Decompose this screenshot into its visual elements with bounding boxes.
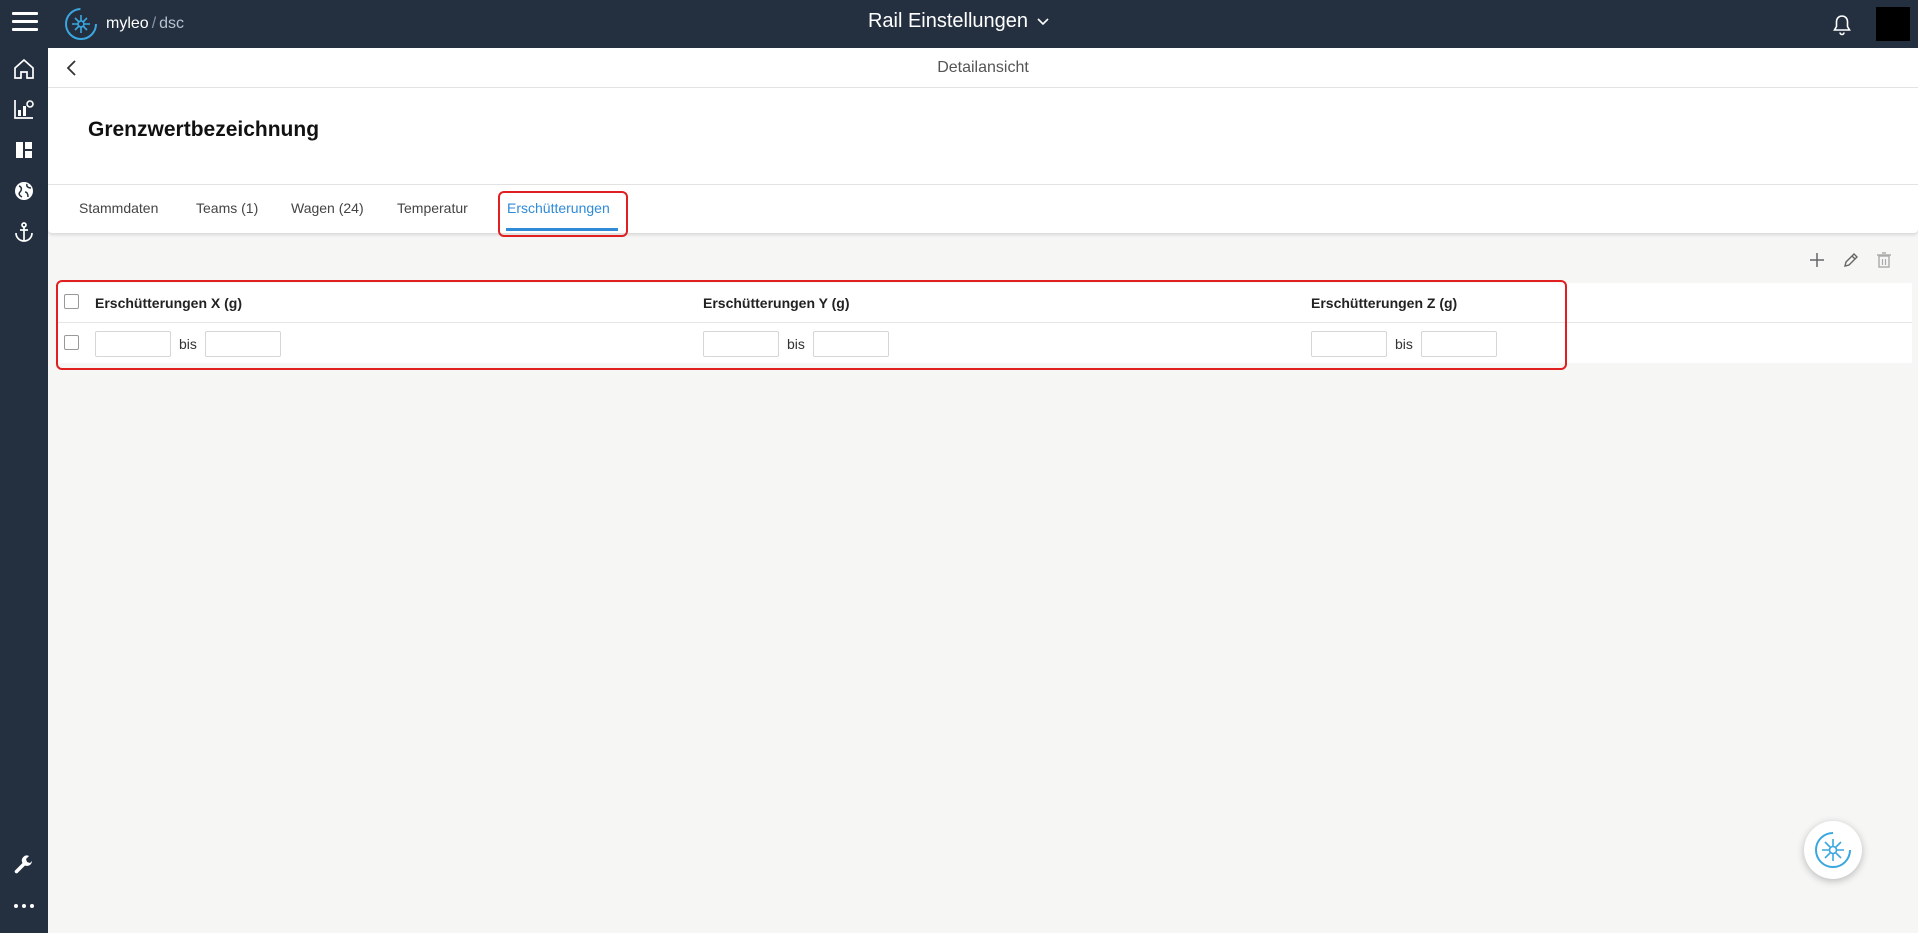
user-avatar[interactable] [1876,7,1910,41]
tab-erschuetterungen[interactable]: Erschütterungen [507,200,610,216]
assistant-icon [1815,832,1851,868]
range-y: bis [703,331,889,357]
edit-icon[interactable] [1841,250,1861,270]
range-separator: bis [787,336,805,352]
globe-icon[interactable] [12,179,36,203]
detail-view-title: Detailansicht [937,59,1029,76]
sidebar [0,48,48,933]
title-panel: Grenzwertbezeichnung [48,88,1918,185]
y-to-input[interactable] [812,331,889,357]
tab-teams[interactable]: Teams (1) [196,200,258,216]
home-icon[interactable] [12,57,36,81]
tab-temperatur[interactable]: Temperatur [397,200,468,216]
page-title: Grenzwertbezeichnung [88,118,320,141]
more-icon[interactable] [12,894,36,918]
delete-icon[interactable] [1874,250,1894,270]
add-icon[interactable] [1807,250,1827,270]
tab-bar: Stammdaten Teams (1) Wagen (24) Temperat… [48,185,1918,237]
column-header-x: Erschütterungen X (g) [95,295,243,311]
app-switcher[interactable]: Rail Einstellungen [868,10,1050,33]
tab-stammdaten[interactable]: Stammdaten [79,200,158,216]
range-separator: bis [1395,336,1413,352]
column-header-y: Erschütterungen Y (g) [703,295,850,311]
table-header: Erschütterungen X (g) Erschütterungen Y … [57,283,1912,323]
x-from-input[interactable] [95,331,171,357]
z-from-input[interactable] [1311,331,1387,357]
chart-settings-icon[interactable] [12,97,36,121]
tab-wagen[interactable]: Wagen (24) [291,200,364,216]
y-from-input[interactable] [703,331,779,357]
table-row: bis bis bis [57,323,1912,363]
x-to-input[interactable] [204,331,281,357]
top-bar: myleo / dsc Rail Einstellungen [0,0,1918,48]
limits-table: Erschütterungen X (g) Erschütterungen Y … [57,283,1912,363]
range-z: bis [1311,331,1497,357]
assistant-button[interactable] [1804,821,1862,879]
select-all-checkbox[interactable] [64,294,79,309]
z-to-input[interactable] [1420,331,1497,357]
dashboard-icon[interactable] [12,138,36,162]
anchor-icon[interactable] [12,220,36,244]
column-header-z: Erschütterungen Z (g) [1311,295,1458,311]
sub-header: Detailansicht [48,48,1918,88]
wrench-icon[interactable] [12,854,36,878]
row-checkbox[interactable] [64,335,79,350]
chevron-down-icon [1037,17,1049,25]
app-title: Rail Einstellungen [867,10,1029,32]
active-tab-indicator [506,228,618,231]
range-separator: bis [179,336,197,352]
bell-icon[interactable] [1830,13,1854,37]
range-x: bis [95,331,281,357]
